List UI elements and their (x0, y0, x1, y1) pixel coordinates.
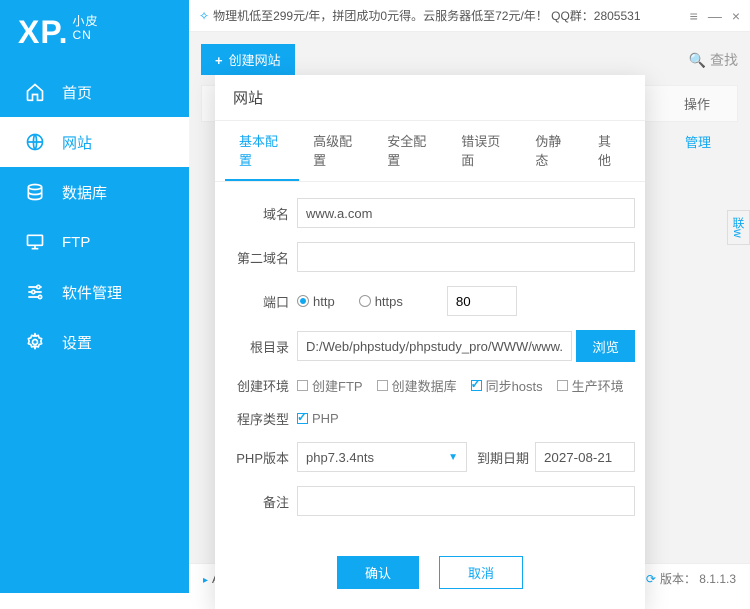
tab-security[interactable]: 安全配置 (373, 121, 447, 181)
radio-icon (359, 295, 371, 307)
checkbox-icon (297, 413, 308, 424)
label-expire: 到期日期 (477, 448, 529, 467)
checkbox-icon (377, 380, 388, 391)
radio-http[interactable]: http (297, 294, 335, 309)
nav-home-label: 首页 (62, 82, 92, 103)
domain-input[interactable] (297, 198, 635, 228)
expire-date-input[interactable] (535, 442, 635, 472)
version-info: 版本： 8.1.1.3 (646, 570, 736, 587)
root-input[interactable] (297, 331, 572, 361)
topbar: ✧ 物理机低至299元/年，拼团成功0元得。云服务器低至72元/年！ QQ群：2… (189, 0, 750, 32)
modal-footer: 确认 取消 (215, 542, 645, 609)
type-check-group: PHP (297, 411, 339, 426)
nav-ftp[interactable]: FTP (0, 217, 189, 267)
nav-settings[interactable]: 设置 (0, 317, 189, 367)
minimize-icon[interactable]: — (708, 8, 722, 24)
check-php[interactable]: PHP (297, 411, 339, 426)
nav-site[interactable]: 网站 (0, 117, 189, 167)
label-php-ver: PHP版本 (225, 448, 289, 467)
label-env: 创建环境 (225, 376, 289, 395)
radio-icon (297, 295, 309, 307)
modal-tabs: 基本配置 高级配置 安全配置 错误页面 伪静态 其他 (215, 121, 645, 182)
search-icon: 🔍 (689, 52, 706, 68)
logo-text: XP (18, 14, 59, 50)
checkbox-icon (557, 380, 568, 391)
check-create-ftp[interactable]: 创建FTP (297, 376, 363, 395)
manage-link[interactable]: 管理 (658, 132, 738, 151)
logo-dot: . (59, 14, 69, 50)
right-side-tab[interactable]: 联w (727, 210, 750, 245)
nav-db[interactable]: 数据库 (0, 167, 189, 217)
nav-settings-label: 设置 (62, 332, 92, 353)
label-type: 程序类型 (225, 409, 289, 428)
search-box[interactable]: 🔍查找 (689, 50, 738, 70)
globe-icon (24, 131, 46, 153)
remark-input[interactable] (297, 486, 635, 516)
search-label: 查找 (710, 52, 738, 68)
nav-db-label: 数据库 (62, 182, 107, 203)
nav-home[interactable]: 首页 (0, 67, 189, 117)
radio-https[interactable]: https (359, 294, 403, 309)
cancel-button[interactable]: 取消 (439, 556, 523, 589)
env-check-group: 创建FTP 创建数据库 同步hosts 生产环境 (297, 376, 624, 395)
nav-software-label: 软件管理 (62, 282, 122, 303)
site-modal: 网站 基本配置 高级配置 安全配置 错误页面 伪静态 其他 域名 第二域名 端口… (215, 75, 645, 609)
checkbox-icon (297, 380, 308, 391)
tab-advanced[interactable]: 高级配置 (299, 121, 373, 181)
tab-basic[interactable]: 基本配置 (225, 121, 299, 181)
logo: XP.小皮CN (0, 0, 189, 67)
gear-icon (24, 331, 46, 353)
logo-sub: 小皮CN (72, 14, 98, 43)
check-create-db[interactable]: 创建数据库 (377, 376, 457, 395)
check-prod-env[interactable]: 生产环境 (557, 376, 624, 395)
nav-site-label: 网站 (62, 132, 92, 153)
protocol-radio-group: http https (297, 286, 517, 316)
column-operation: 操作 (657, 94, 737, 113)
tab-other[interactable]: 其他 (584, 121, 635, 181)
php-version-value: php7.3.4nts (306, 450, 374, 465)
database-icon (24, 181, 46, 203)
nav-ftp-label: FTP (62, 234, 90, 251)
window-controls: ≡ — × (690, 8, 740, 24)
label-second-domain: 第二域名 (225, 248, 289, 267)
ok-button[interactable]: 确认 (337, 556, 419, 589)
browse-button[interactable]: 浏览 (576, 330, 635, 362)
label-domain: 域名 (225, 204, 289, 223)
tab-rewrite[interactable]: 伪静态 (521, 121, 584, 181)
sidebar: XP.小皮CN 首页 网站 数据库 FTP 软件管理 设置 (0, 0, 189, 593)
checkbox-icon (471, 380, 482, 391)
check-sync-hosts[interactable]: 同步hosts (471, 376, 543, 395)
sliders-icon (24, 281, 46, 303)
modal-form: 域名 第二域名 端口 http https 根目录 浏览 创建环境 创建FTP … (215, 182, 645, 542)
label-port: 端口 (225, 292, 289, 311)
bell-icon: ✧ (199, 9, 209, 23)
tab-error[interactable]: 错误页面 (447, 121, 521, 181)
home-icon (24, 81, 46, 103)
monitor-icon (24, 231, 46, 253)
menu-icon[interactable]: ≡ (690, 8, 698, 24)
port-input[interactable] (447, 286, 517, 316)
nav-software[interactable]: 软件管理 (0, 267, 189, 317)
close-icon[interactable]: × (732, 8, 740, 24)
modal-title: 网站 (215, 75, 645, 121)
second-domain-input[interactable] (297, 242, 635, 272)
content-toolbar: 创建网站 🔍查找 (201, 44, 738, 75)
chevron-down-icon: ▼ (448, 452, 458, 463)
label-root: 根目录 (225, 337, 289, 356)
create-site-button[interactable]: 创建网站 (201, 44, 295, 75)
label-remark: 备注 (225, 492, 289, 511)
promo-text: 物理机低至299元/年，拼团成功0元得。云服务器低至72元/年！ QQ群：280… (213, 7, 640, 24)
php-version-select[interactable]: php7.3.4nts ▼ (297, 442, 467, 472)
